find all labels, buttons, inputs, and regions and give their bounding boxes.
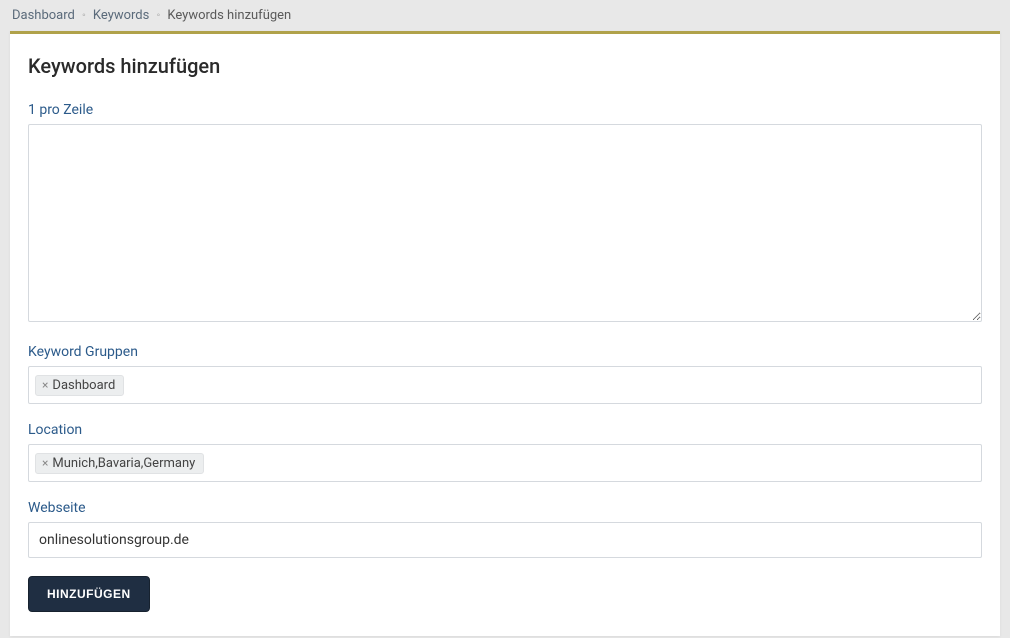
breadcrumb-separator-icon: ◦	[82, 10, 86, 21]
tag-label: Munich,Bavaria,Germany	[52, 456, 195, 471]
main-panel: Keywords hinzufügen 1 pro Zeile Keyword …	[10, 31, 1000, 636]
tag-location-munich[interactable]: × Munich,Bavaria,Germany	[35, 453, 204, 474]
close-icon[interactable]: ×	[42, 379, 48, 391]
website-label: Webseite	[28, 500, 982, 516]
close-icon[interactable]: ×	[42, 457, 48, 469]
breadcrumb: Dashboard ◦ Keywords ◦ Keywords hinzufüg…	[0, 0, 1010, 31]
tag-dashboard[interactable]: × Dashboard	[35, 375, 124, 396]
page-title: Keywords hinzufügen	[28, 54, 982, 78]
keywords-label: 1 pro Zeile	[28, 102, 982, 118]
breadcrumb-separator-icon: ◦	[157, 10, 161, 21]
keyword-groups-input[interactable]: × Dashboard	[28, 366, 982, 404]
keyword-groups-group: Keyword Gruppen × Dashboard	[28, 344, 982, 404]
location-input[interactable]: × Munich,Bavaria,Germany	[28, 444, 982, 482]
location-group: Location × Munich,Bavaria,Germany	[28, 422, 982, 482]
keywords-group: 1 pro Zeile	[28, 102, 982, 326]
submit-button[interactable]: HINZUFÜGEN	[28, 576, 150, 612]
tag-label: Dashboard	[52, 378, 115, 393]
location-label: Location	[28, 422, 982, 438]
breadcrumb-current: Keywords hinzufügen	[167, 8, 291, 23]
keyword-groups-label: Keyword Gruppen	[28, 344, 982, 360]
breadcrumb-dashboard[interactable]: Dashboard	[12, 8, 75, 23]
breadcrumb-keywords[interactable]: Keywords	[93, 8, 149, 23]
website-input[interactable]	[28, 522, 982, 558]
keywords-textarea[interactable]	[28, 124, 982, 322]
website-group: Webseite	[28, 500, 982, 558]
